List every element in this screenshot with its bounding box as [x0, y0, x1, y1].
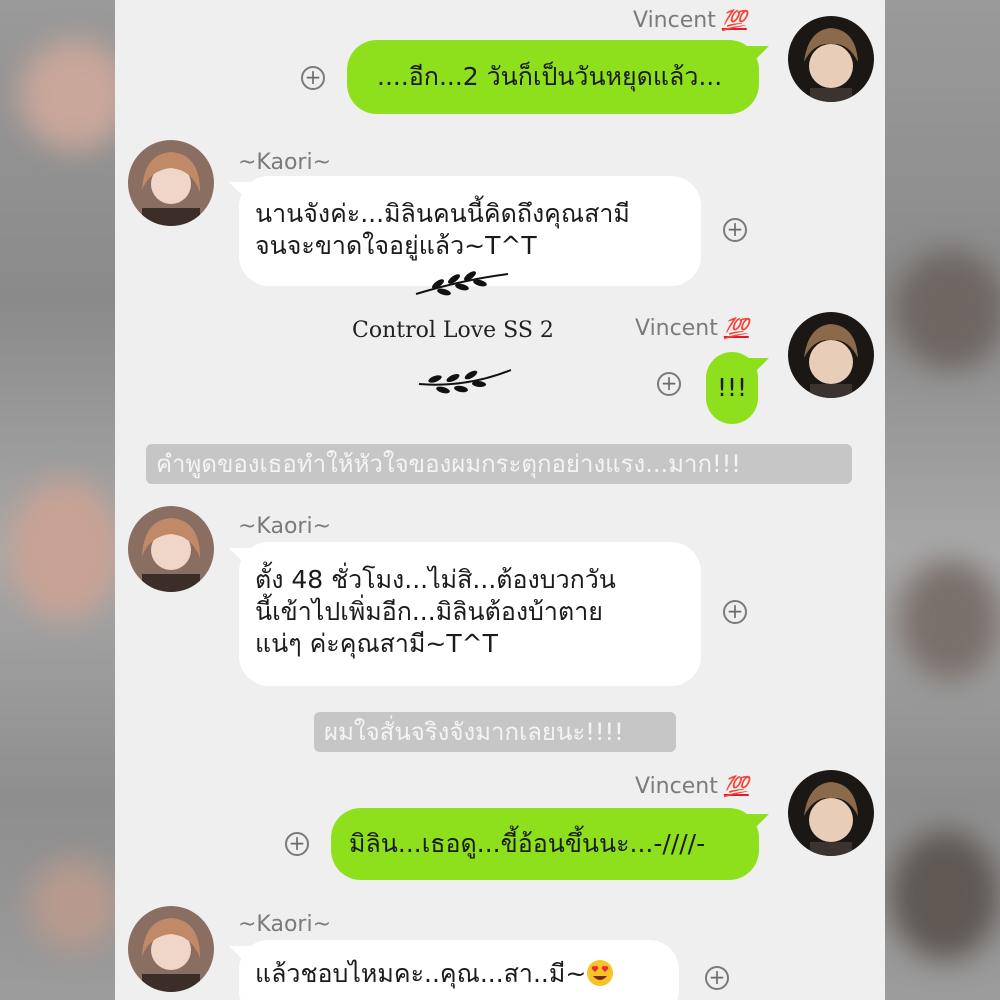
plus-circle-icon[interactable]: +: [723, 600, 747, 624]
story-title: Control Love SS 2: [352, 318, 554, 343]
avatar-kaori[interactable]: [128, 140, 214, 226]
narration-caption: คำพูดของเธอทำให้หัวใจของผมกระตุกอย่างแรง…: [146, 444, 852, 484]
plus-circle-icon[interactable]: +: [285, 832, 309, 856]
bubble-tail: [229, 182, 251, 204]
sender-name: Vincent 💯: [633, 8, 747, 33]
avatar-vincent[interactable]: [788, 312, 874, 398]
heart-eyes-emoji: [587, 960, 614, 986]
left-blurred-backdrop: [0, 0, 115, 1000]
laurel-ornament-icon: [415, 271, 509, 296]
plus-circle-icon[interactable]: +: [705, 966, 729, 990]
sender-name: ~Kaori~: [238, 514, 332, 539]
bubble-tail: [229, 548, 251, 570]
hundred-points-icon: 💯: [723, 774, 749, 798]
hundred-points-icon: 💯: [723, 316, 749, 340]
plus-circle-icon[interactable]: +: [723, 218, 747, 242]
right-blurred-backdrop: [885, 0, 1000, 1000]
avatar-kaori[interactable]: [128, 506, 214, 592]
message-bubble-incoming[interactable]: แล้วชอบไหมคะ..คุณ...สา..มี~: [239, 940, 679, 1000]
avatar-kaori[interactable]: [128, 906, 214, 992]
message-text: แล้วชอบไหมคะ..คุณ...สา..มี~: [255, 959, 587, 988]
avatar-vincent[interactable]: [788, 770, 874, 856]
narration-caption: ผมใจสั่นจริงจังมากเลยนะ!!!!: [314, 712, 676, 752]
laurel-ornament-icon: [418, 369, 512, 394]
message-bubble-incoming[interactable]: ตั้ง 48 ชั่วโมง...ไม่สิ...ต้องบวกวัน นี้…: [239, 542, 701, 686]
message-bubble-outgoing[interactable]: ....อีก...2 วันก็เป็นวันหยุดแล้ว...: [347, 40, 759, 114]
bubble-tail: [747, 814, 769, 836]
sender-name: Vincent 💯: [635, 774, 749, 799]
sender-name: Vincent 💯: [635, 316, 749, 341]
plus-circle-icon[interactable]: +: [301, 66, 325, 90]
message-bubble-outgoing[interactable]: มิลิน...เธอดู...ขี้อ้อนขึ้นนะ...-////-: [331, 808, 759, 880]
plus-circle-icon[interactable]: +: [657, 372, 681, 396]
bubble-tail: [229, 946, 251, 968]
sender-name: ~Kaori~: [238, 150, 332, 175]
sender-name: ~Kaori~: [238, 912, 332, 937]
hundred-points-icon: 💯: [721, 8, 747, 32]
bubble-tail: [747, 358, 769, 380]
avatar-vincent[interactable]: [788, 16, 874, 102]
chat-panel: Vincent 💯 ....อีก...2 วันก็เป็นวันหยุดแล้…: [115, 0, 885, 1000]
bubble-tail: [747, 46, 769, 68]
